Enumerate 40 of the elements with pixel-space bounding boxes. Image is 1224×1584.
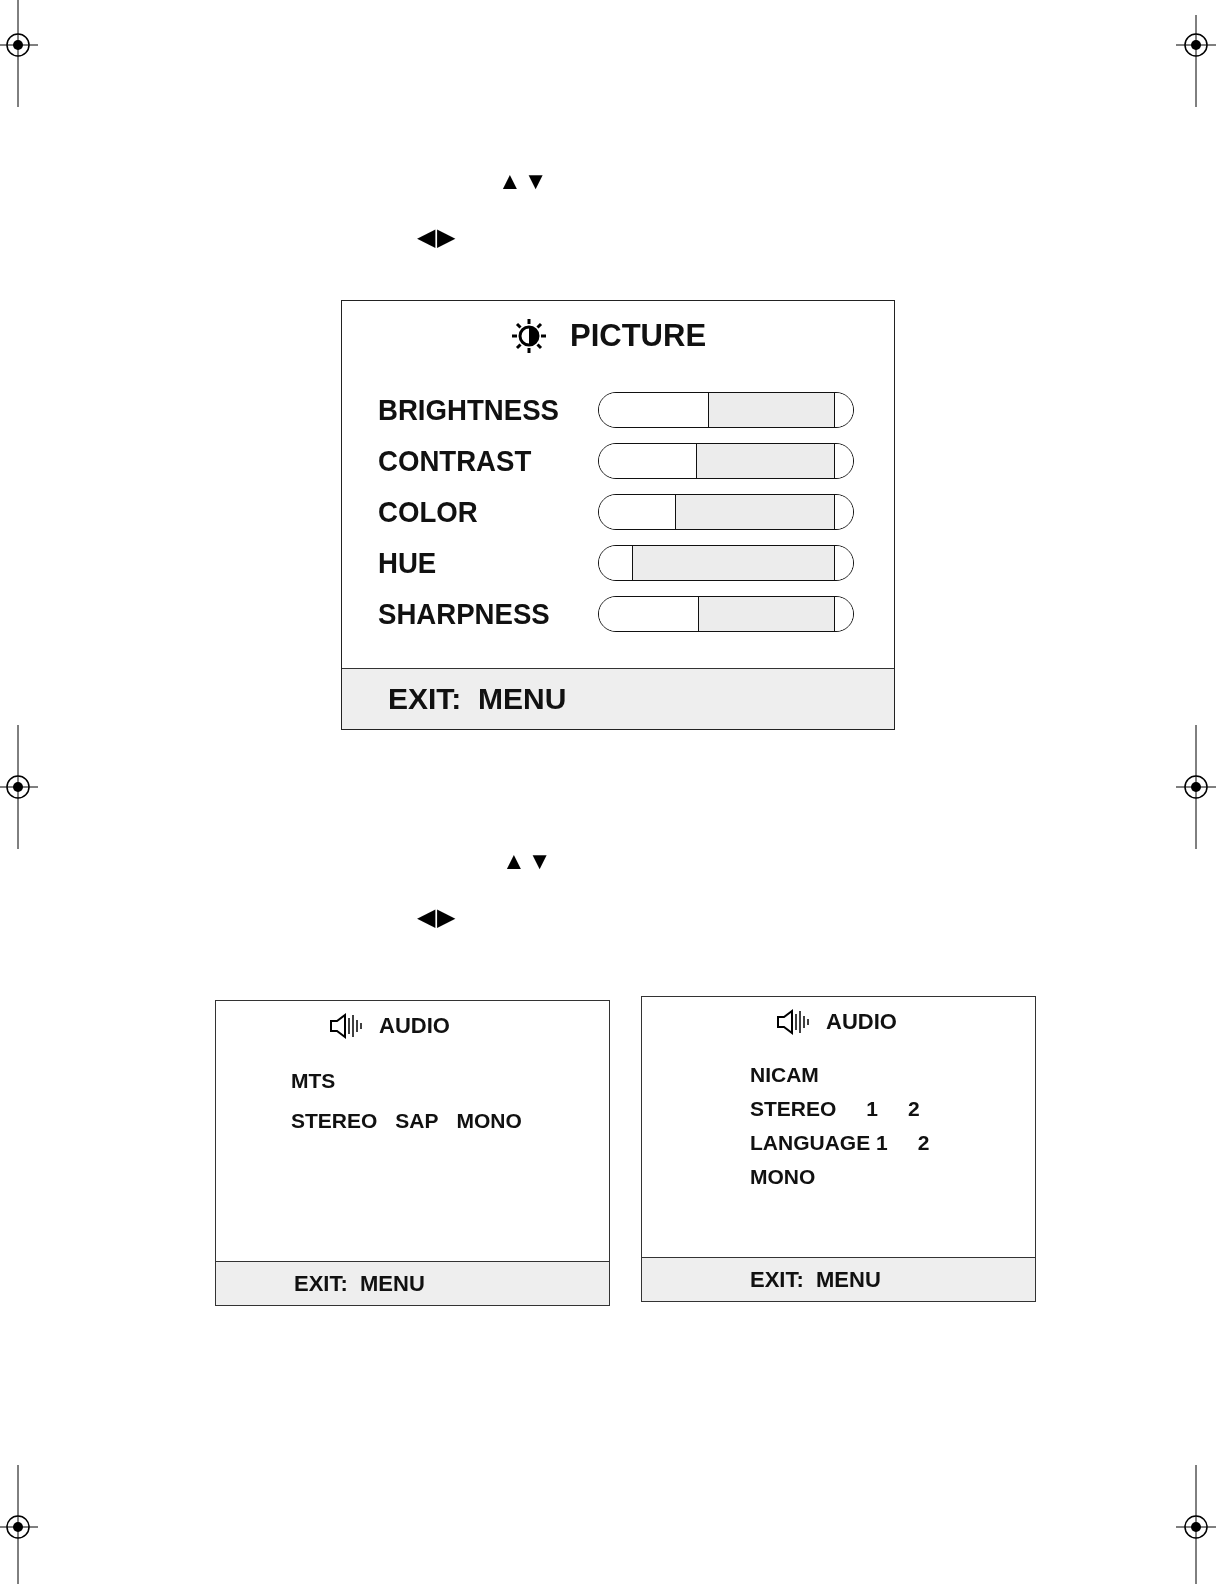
menu-footer: EXIT: MENU: [642, 1257, 1035, 1301]
sound-option: 2: [908, 1097, 920, 1121]
speaker-icon: [776, 1009, 812, 1035]
setting-label: CONTRAST: [378, 444, 533, 478]
registration-mark-icon: [1176, 725, 1216, 849]
sound-option: MONO: [750, 1165, 816, 1189]
setting-label: COLOR: [378, 495, 479, 529]
brightness-icon: [510, 317, 548, 355]
menu-footer: EXIT: MENU: [216, 1261, 609, 1305]
registration-mark-icon: [0, 725, 38, 849]
sound-option: 1: [866, 1097, 879, 1121]
setting-label: HUE: [378, 546, 438, 580]
sound-option: STEREO: [291, 1109, 378, 1133]
menu-footer: EXIT: MENU: [342, 668, 894, 729]
sound-system-heading: NICAM: [750, 1063, 820, 1087]
registration-mark-icon: [1176, 15, 1216, 107]
registration-mark-icon: [1176, 1465, 1216, 1584]
menu-title: PICTURE: [570, 318, 707, 354]
sound-option: LANGUAGE 1: [750, 1131, 888, 1155]
arrow-keys-hint: ▲▼: [502, 848, 554, 874]
slider-track[interactable]: [598, 392, 854, 428]
slider-track[interactable]: [598, 494, 854, 530]
arrow-keys-hint: ◀▶: [417, 904, 457, 930]
arrow-keys-hint: ▲▼: [498, 168, 550, 194]
setting-label: SHARPNESS: [378, 597, 551, 631]
slider-track[interactable]: [598, 443, 854, 479]
slider-track[interactable]: [598, 545, 854, 581]
setting-label: BRIGHTNESS: [378, 393, 560, 427]
sound-option: STEREO: [750, 1097, 837, 1121]
sound-system-heading: MTS: [291, 1069, 337, 1093]
registration-mark-icon: [0, 0, 38, 107]
sound-option: 2: [917, 1131, 930, 1155]
registration-mark-icon: [0, 1465, 38, 1584]
sound-option: SAP: [395, 1109, 439, 1133]
speaker-icon: [329, 1013, 365, 1039]
menu-title: AUDIO: [379, 1013, 450, 1039]
slider-track[interactable]: [598, 596, 854, 632]
sound-option: MONO: [456, 1109, 522, 1133]
arrow-keys-hint: ◀▶: [417, 224, 457, 250]
menu-title: AUDIO: [826, 1009, 897, 1035]
